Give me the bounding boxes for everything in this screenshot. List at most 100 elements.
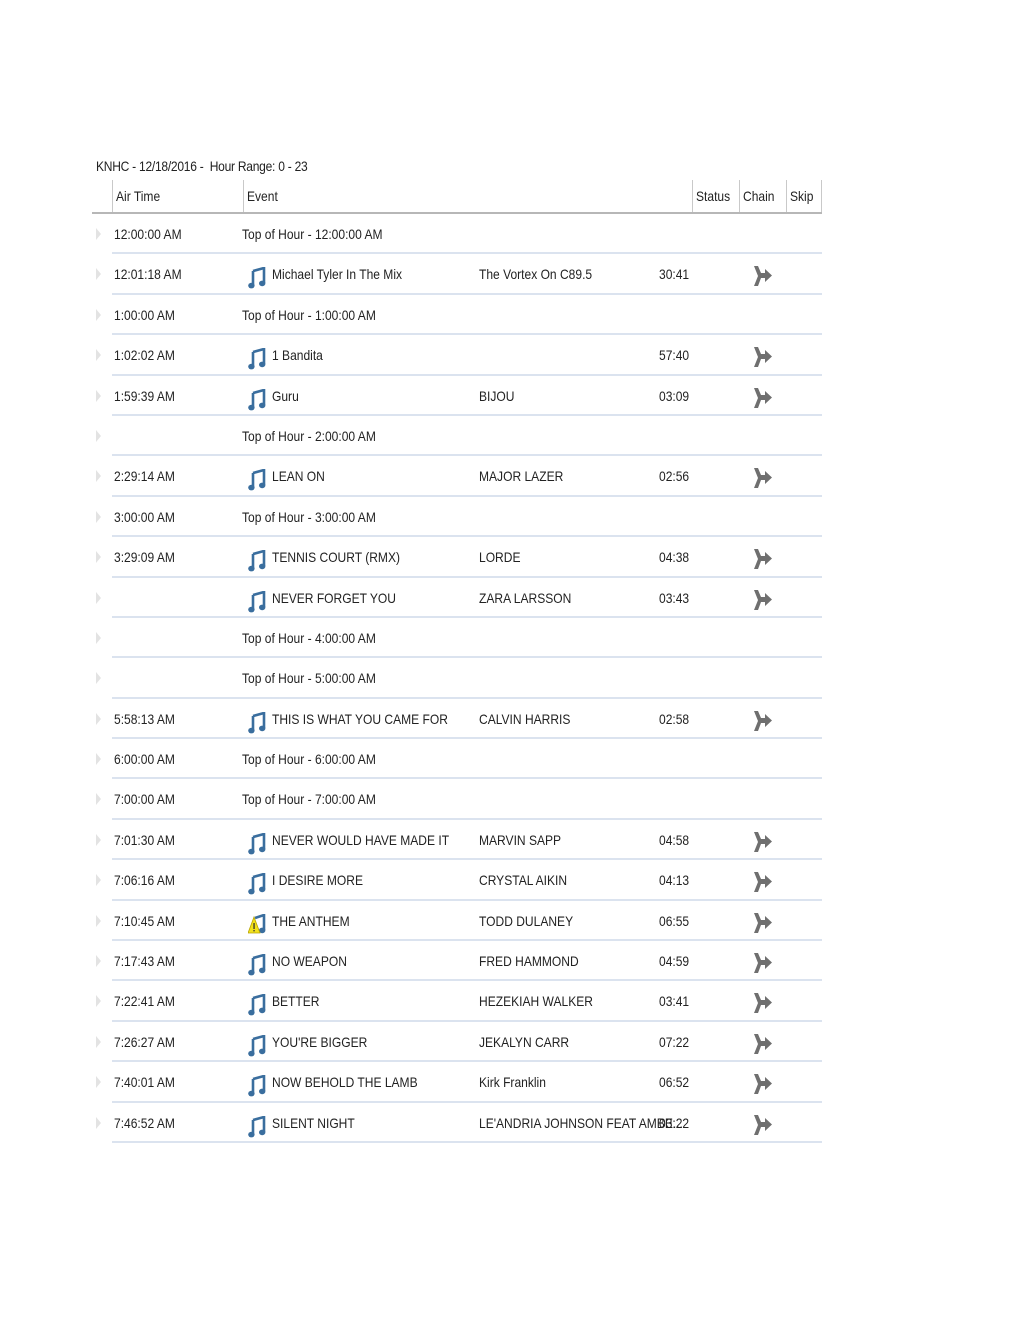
chain-icon[interactable] — [752, 465, 774, 489]
song-artist: MARVIN SAPP — [479, 820, 574, 860]
music-note-icon — [248, 588, 266, 612]
chain-icon[interactable] — [752, 1112, 774, 1136]
chain-icon[interactable] — [752, 385, 774, 409]
table-row[interactable]: 7:46:52 AM SILENT NIGHT LE'ANDRIA JOHNSO… — [92, 1103, 822, 1144]
expand-arrow-icon[interactable] — [96, 955, 101, 968]
expand-arrow-icon[interactable] — [96, 833, 101, 846]
music-note-icon — [248, 1113, 266, 1137]
event-top-of-hour: Top of Hour - 12:00:00 AM — [242, 214, 405, 254]
table-row[interactable]: 6:00:00 AM Top of Hour - 6:00:00 AM — [92, 739, 822, 780]
column-header-status[interactable]: Status — [692, 180, 739, 212]
chain-icon[interactable] — [752, 950, 774, 974]
table-row[interactable]: 7:22:41 AM BETTER HEZEKIAH WALKER 03:41 — [92, 981, 822, 1023]
music-note-icon — [248, 466, 266, 491]
song-title: NEVER FORGET YOU — [272, 578, 416, 618]
song-duration: 02:58 — [659, 699, 694, 739]
chain-icon[interactable] — [752, 263, 774, 287]
chain-icon[interactable] — [752, 910, 774, 934]
duration-text: 30:41 — [659, 266, 690, 283]
song-title: NO WEAPON — [272, 941, 359, 981]
duration-text: 07:22 — [659, 1033, 690, 1050]
chain-icon[interactable] — [752, 708, 774, 732]
column-header-air-time[interactable]: Air Time — [112, 180, 243, 212]
music-note-icon — [248, 547, 266, 572]
table-row[interactable]: 1:00:00 AM Top of Hour - 1:00:00 AM — [92, 295, 822, 336]
expand-arrow-icon[interactable] — [96, 631, 101, 644]
expand-arrow-icon[interactable] — [96, 874, 101, 887]
table-row[interactable]: Top of Hour - 5:00:00 AM — [92, 658, 822, 700]
air-time: 3:29:09 AM — [114, 537, 185, 577]
duration-text: 04:38 — [659, 549, 690, 566]
table-row[interactable]: Top of Hour - 4:00:00 AM — [92, 618, 822, 659]
table-row[interactable]: 2:29:14 AM LEAN ON MAJOR LAZER 02:56 — [92, 456, 822, 498]
event-top-of-hour: Top of Hour - 5:00:00 AM — [242, 658, 398, 698]
table-row[interactable]: 1:02:02 AM 1 Bandita 57:40 — [92, 335, 822, 376]
song-artist: CRYSTAL AIKIN — [479, 860, 581, 900]
table-row[interactable]: 5:58:13 AM THIS IS WHAT YOU CAME FOR CAL… — [92, 699, 822, 740]
song-duration: 03:43 — [659, 578, 694, 618]
music-note-icon — [248, 709, 266, 734]
title-text: I DESIRE MORE — [272, 872, 363, 889]
chain-icon[interactable] — [752, 990, 774, 1014]
air-time-text: 7:00:00 AM — [114, 791, 175, 808]
music-note-icon — [248, 870, 266, 895]
song-duration: 03:09 — [659, 376, 694, 416]
chain-icon[interactable] — [752, 829, 774, 853]
song-title: Michael Tyler In The Mix — [272, 254, 423, 294]
expand-arrow-icon[interactable] — [96, 349, 101, 362]
event-top-of-hour: Top of Hour - 1:00:00 AM — [242, 295, 398, 335]
table-row[interactable]: 7:10:45 AM THE ANTHEM TODD DULANEY 06:55 — [92, 901, 822, 942]
expand-arrow-icon[interactable] — [96, 672, 101, 685]
table-row[interactable]: Top of Hour - 2:00:00 AM — [92, 416, 822, 457]
event-text: Top of Hour - 12:00:00 AM — [242, 226, 383, 242]
table-row[interactable]: 3:00:00 AM Top of Hour - 3:00:00 AM — [92, 497, 822, 538]
song-title: YOU'RE BIGGER — [272, 1022, 383, 1062]
table-row[interactable]: 3:29:09 AM TENNIS COURT (RMX) LORDE 04:3… — [92, 537, 822, 578]
table-row[interactable]: 12:00:00 AM Top of Hour - 12:00:00 AM — [92, 214, 822, 255]
table-row[interactable]: 7:26:27 AM YOU'RE BIGGER JEKALYN CARR 07… — [92, 1022, 822, 1063]
expand-arrow-icon[interactable] — [96, 429, 101, 442]
expand-arrow-icon[interactable] — [96, 793, 101, 806]
expand-arrow-icon[interactable] — [96, 914, 101, 927]
music-note-icon — [248, 386, 266, 410]
table-row[interactable]: 1:59:39 AM Guru BIJOU 03:09 — [92, 376, 822, 417]
chain-icon[interactable] — [752, 1031, 774, 1055]
expand-arrow-icon[interactable] — [96, 1076, 101, 1089]
expand-arrow-icon[interactable] — [96, 591, 101, 604]
column-header-chain[interactable]: Chain — [739, 180, 786, 212]
column-header-skip[interactable]: Skip — [786, 180, 822, 212]
table-row[interactable]: NEVER FORGET YOU ZARA LARSSON 03:43 — [92, 578, 822, 619]
air-time: 12:01:18 AM — [114, 254, 193, 294]
expand-arrow-icon[interactable] — [96, 1116, 101, 1129]
expand-arrow-icon[interactable] — [96, 753, 101, 766]
chain-icon[interactable] — [752, 587, 774, 611]
chain-icon[interactable] — [752, 869, 774, 893]
table-row[interactable]: 7:00:00 AM Top of Hour - 7:00:00 AM — [92, 779, 822, 821]
artist-text: The Vortex On C89.5 — [479, 266, 593, 283]
expand-arrow-icon[interactable] — [96, 510, 101, 523]
expand-arrow-icon[interactable] — [96, 995, 101, 1008]
air-time: 12:00:00 AM — [114, 214, 193, 254]
column-label: Chain — [743, 188, 775, 204]
table-row[interactable]: 12:01:18 AM Michael Tyler In The Mix The… — [92, 254, 822, 296]
table-row[interactable]: 7:17:43 AM NO WEAPON FRED HAMMOND 04:59 — [92, 941, 822, 982]
table-row[interactable]: 7:01:30 AM NEVER WOULD HAVE MADE IT MARV… — [92, 820, 822, 861]
expand-arrow-icon[interactable] — [96, 470, 101, 483]
expand-arrow-icon[interactable] — [96, 228, 101, 240]
artist-text: JEKALYN CARR — [479, 1033, 570, 1050]
expand-arrow-icon[interactable] — [96, 308, 101, 321]
expand-arrow-icon[interactable] — [96, 1035, 101, 1048]
chain-icon[interactable] — [752, 1071, 774, 1095]
expand-arrow-icon[interactable] — [96, 268, 101, 281]
column-header-event[interactable]: Event — [243, 180, 692, 212]
event-top-of-hour: Top of Hour - 3:00:00 AM — [242, 497, 398, 537]
table-row[interactable]: 7:06:16 AM I DESIRE MORE CRYSTAL AIKIN 0… — [92, 860, 822, 902]
grid-header: Air Time Event Status Chain Skip — [92, 180, 822, 214]
expand-arrow-icon[interactable] — [96, 551, 101, 564]
expand-arrow-icon[interactable] — [96, 712, 101, 725]
expand-arrow-icon[interactable] — [96, 389, 101, 402]
chain-icon[interactable] — [752, 546, 774, 570]
chain-icon[interactable] — [752, 344, 774, 368]
table-row[interactable]: 7:40:01 AM NOW BEHOLD THE LAMB Kirk Fran… — [92, 1062, 822, 1103]
song-artist: HEZEKIAH WALKER — [479, 981, 612, 1021]
